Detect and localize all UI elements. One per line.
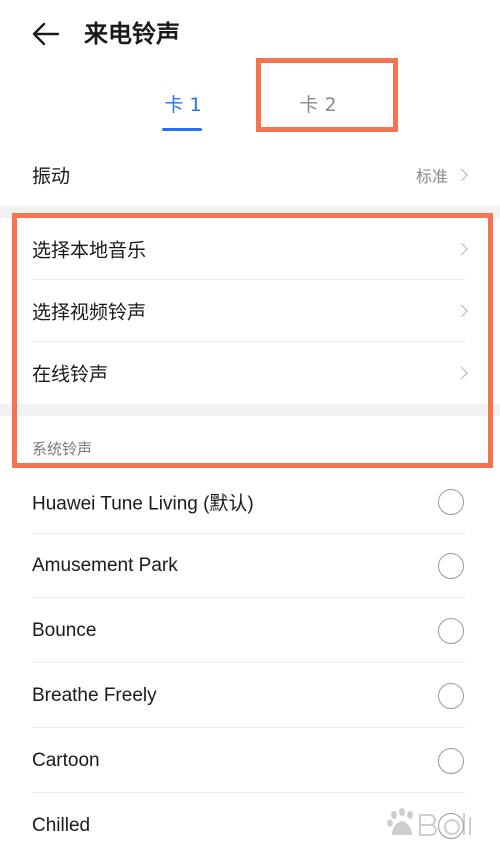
vibration-label: 振动 (32, 165, 71, 188)
ringtone-label: Amusement Park (32, 555, 178, 576)
select-video-ringtone-label: 选择视频铃声 (32, 301, 147, 324)
system-ringtones-header: 系统铃声 (32, 440, 93, 458)
radio-button[interactable] (438, 553, 464, 579)
vibration-row[interactable]: 振动 标准 (0, 144, 500, 206)
section-gap (0, 404, 500, 416)
back-arrow-icon[interactable] (30, 18, 62, 50)
online-ringtone-label: 在线铃声 (32, 363, 109, 386)
tab-sim-1[interactable]: 卡 1 (158, 90, 208, 131)
chevron-right-icon (455, 168, 468, 182)
app-header: 来电铃声 (0, 0, 500, 70)
sim-tabs: 卡 1 卡 2 (0, 82, 500, 134)
select-local-music-row[interactable]: 选择本地音乐 (0, 218, 500, 280)
ringtone-label: Breathe Freely (32, 685, 157, 706)
ringtone-item[interactable]: Cartoon (0, 729, 500, 793)
ringtone-item[interactable]: Breathe Freely (0, 664, 500, 728)
chevron-right-icon (455, 366, 468, 380)
tab-sim-1-label: 卡 1 (164, 94, 202, 116)
online-ringtone-row[interactable]: 在线铃声 (0, 342, 500, 404)
ringtone-label: Cartoon (32, 750, 100, 771)
divider (32, 792, 466, 793)
ringtone-item[interactable]: Huawei Tune Living (默认) (0, 470, 500, 534)
ringtone-label: Chilled (32, 815, 91, 836)
divider (32, 597, 466, 598)
ringtone-item[interactable]: Amusement Park (0, 534, 500, 598)
radio-button[interactable] (438, 683, 464, 709)
chevron-right-icon (455, 304, 468, 318)
divider (32, 727, 466, 728)
ringtone-item[interactable]: Bounce (0, 599, 500, 663)
tab-sim-2-label: 卡 2 (299, 94, 337, 116)
chevron-right-icon (455, 242, 468, 256)
baidu-watermark-logo (387, 808, 471, 836)
page-title: 来电铃声 (84, 20, 180, 48)
radio-button[interactable] (438, 748, 464, 774)
select-local-music-label: 选择本地音乐 (32, 239, 147, 262)
radio-button[interactable] (438, 618, 464, 644)
vibration-value: 标准 (415, 167, 448, 186)
divider (32, 662, 466, 663)
ringtone-label: Huawei Tune Living (默认) (32, 493, 254, 515)
section-gap (0, 206, 500, 218)
tab-sim-2[interactable]: 卡 2 (293, 90, 343, 120)
select-video-ringtone-row[interactable]: 选择视频铃声 (0, 280, 500, 342)
ringtone-label: Bounce (32, 620, 97, 641)
radio-button[interactable] (438, 489, 464, 515)
tab-active-indicator (162, 128, 202, 131)
